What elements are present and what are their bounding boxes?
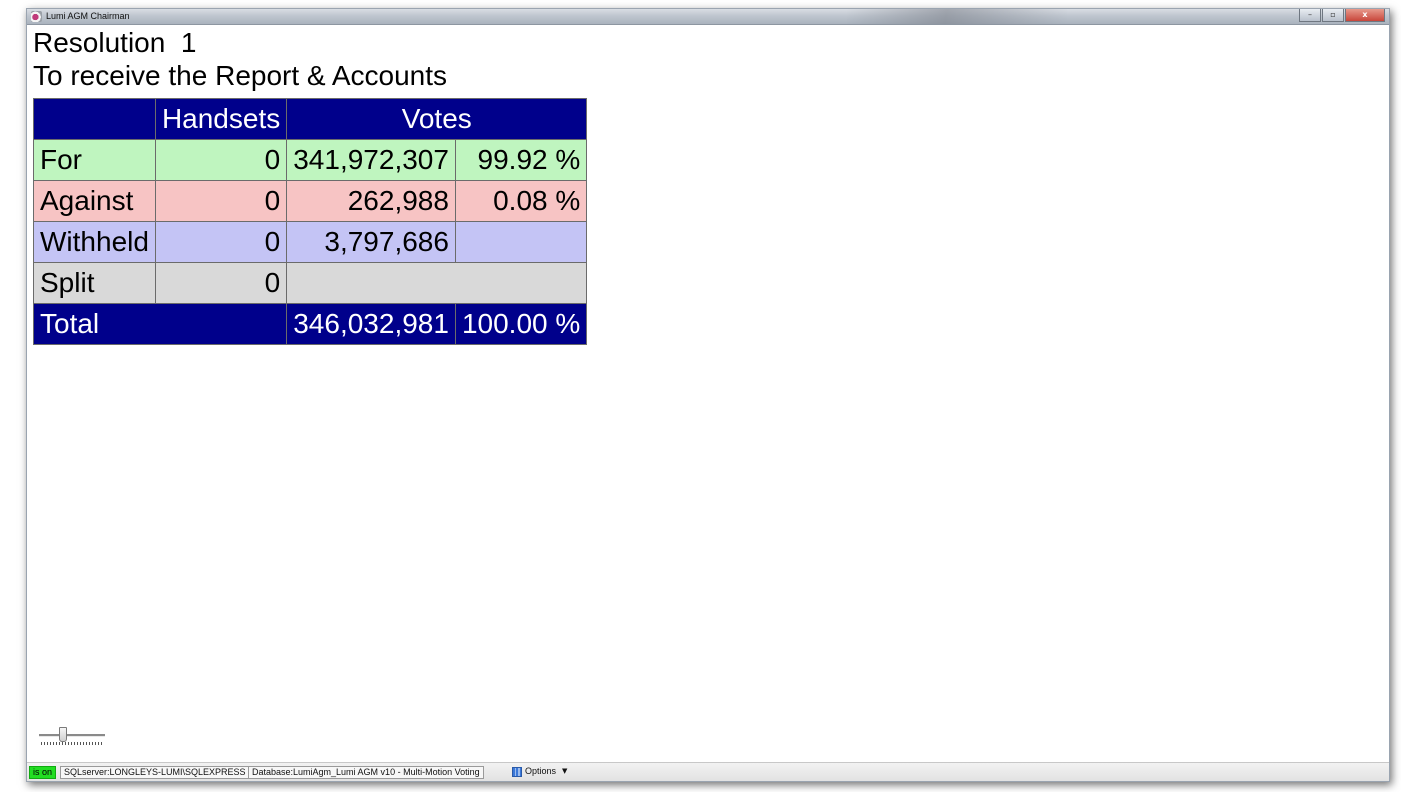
handsets-cell: 0 [154, 139, 288, 181]
handsets-cell: 0 [154, 180, 288, 222]
options-menu-button[interactable]: Options ▼ [512, 766, 567, 777]
caption-buttons: – ▫ x [1298, 9, 1385, 22]
header-votes: Votes [286, 98, 588, 140]
options-label: Options [525, 766, 557, 776]
results-table: Handsets Votes For 0 341,972,307 99.92 %… [32, 98, 588, 345]
options-icon [512, 766, 522, 777]
connection-status-badge: is on [29, 766, 57, 779]
zoom-slider[interactable] [39, 725, 105, 747]
row-label: For [33, 139, 156, 181]
table-row-withheld: Withheld 0 3,797,686 [33, 221, 588, 263]
database-status-panel: Database:LumiAgm_Lumi AGM v10 - Multi-Mo… [248, 766, 484, 779]
percent-cell: 0.08 % [454, 180, 588, 222]
table-row-split: Split 0 [33, 262, 588, 304]
percent-cell: 100.00 % [454, 303, 588, 345]
row-label: Withheld [33, 221, 156, 263]
minimize-button[interactable]: – [1299, 9, 1321, 22]
slider-track[interactable] [39, 734, 105, 737]
slider-ticks [41, 742, 103, 745]
row-label: Against [33, 180, 156, 222]
chevron-down-icon: ▼ [562, 767, 568, 775]
table-row-for: For 0 341,972,307 99.92 % [33, 139, 588, 181]
close-button[interactable]: x [1345, 9, 1385, 22]
table-row-against: Against 0 262,988 0.08 % [33, 180, 588, 222]
votes-cell: 346,032,981 [286, 303, 456, 345]
header-handsets: Handsets [154, 98, 288, 140]
status-bar: is on SQLserver:LONGLEYS-LUMI\SQLEXPRESS… [27, 762, 1389, 781]
votes-cell: 3,797,686 [286, 221, 456, 263]
window-title: Lumi AGM Chairman [46, 11, 130, 21]
votes-cell [286, 262, 588, 304]
votes-cell: 262,988 [286, 180, 456, 222]
handsets-cell: 0 [154, 221, 288, 263]
app-icon[interactable] [31, 11, 42, 22]
percent-cell [454, 221, 588, 263]
title-bar-sheen [847, 9, 1067, 24]
maximize-button[interactable]: ▫ [1322, 9, 1344, 22]
votes-cell: 341,972,307 [286, 139, 456, 181]
title-bar[interactable]: Lumi AGM Chairman – ▫ x [27, 9, 1389, 25]
table-row-total: Total 346,032,981 100.00 % [32, 303, 588, 345]
handsets-cell: 0 [154, 262, 288, 304]
table-header-row: Handsets Votes [33, 98, 588, 140]
server-status-panel: SQLserver:LONGLEYS-LUMI\SQLEXPRESS [60, 766, 250, 779]
row-label: Total [32, 303, 288, 345]
header-blank [33, 98, 156, 140]
app-window: Lumi AGM Chairman – ▫ x Resolution 1 To … [26, 8, 1390, 782]
resolution-title: Resolution 1 [33, 27, 197, 58]
row-label: Split [33, 262, 156, 304]
resolution-description: To receive the Report & Accounts [33, 60, 447, 91]
slider-thumb[interactable] [59, 727, 67, 742]
percent-cell: 99.92 % [454, 139, 588, 181]
